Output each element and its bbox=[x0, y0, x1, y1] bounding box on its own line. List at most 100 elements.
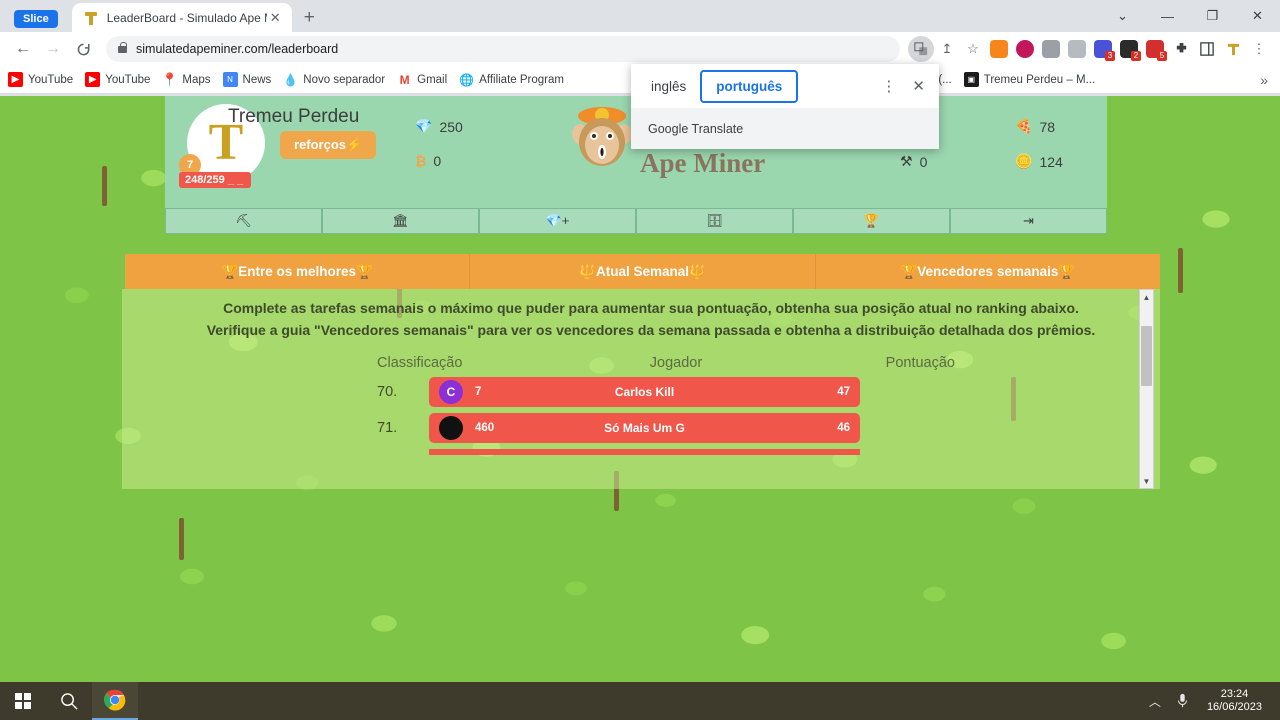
tools-stat: ⚒ 0 bbox=[900, 153, 927, 170]
bitcoin-value: 0 bbox=[433, 153, 442, 169]
leaderboard-scrollbar[interactable]: ▲ ▼ bbox=[1139, 289, 1154, 489]
nav-gems-add[interactable]: 💎+ bbox=[479, 208, 636, 234]
browser-window: Slice LeaderBoard - Simulado Ape Min ✕ +… bbox=[0, 0, 1280, 682]
table-row[interactable] bbox=[377, 449, 860, 456]
row-score: 46 bbox=[837, 422, 850, 435]
tab-current-weekly[interactable]: 🔱Atual Semanal🔱 bbox=[470, 254, 816, 289]
maximize-button[interactable]: ❐ bbox=[1190, 0, 1235, 32]
bookmark-label: Maps bbox=[182, 73, 211, 86]
browser-tab[interactable]: LeaderBoard - Simulado Ape Min ✕ bbox=[71, 3, 292, 32]
nav-shop[interactable]: 🏛 bbox=[322, 208, 479, 234]
close-translate-icon[interactable]: ✕ bbox=[904, 77, 933, 95]
row-pill[interactable]: C 7 Carlos Kill 47 bbox=[429, 377, 860, 408]
bookmark-star-icon[interactable]: ☆ bbox=[960, 36, 986, 62]
nav-mine[interactable]: ⛏ bbox=[165, 208, 322, 234]
blue-extension-icon[interactable]: 3 bbox=[1090, 36, 1116, 62]
bookmarks-overflow-icon[interactable]: » bbox=[1260, 72, 1272, 88]
table-row[interactable]: 70. C 7 Carlos Kill 47 bbox=[377, 377, 860, 408]
game-title: Ape Miner bbox=[640, 148, 766, 178]
side-panel-icon[interactable] bbox=[1194, 36, 1220, 62]
bookmark-label: Novo separador bbox=[303, 73, 386, 86]
close-tab-icon[interactable]: ✕ bbox=[267, 10, 284, 26]
bookmark-youtube-1[interactable]: ▶ YouTube bbox=[8, 72, 73, 87]
forward-icon[interactable]: → bbox=[38, 34, 68, 64]
bookmark-affiliate-program[interactable]: 🌐 Affiliate Program bbox=[459, 72, 564, 87]
bookmark-news[interactable]: N News bbox=[222, 72, 272, 87]
red-shield-extension-icon[interactable]: 5 bbox=[1142, 36, 1168, 62]
tab-weekly-winners[interactable]: 🏆Vencedores semanais🏆 bbox=[815, 254, 1160, 289]
language-option-english[interactable]: inglês bbox=[637, 72, 700, 101]
youtube-icon: ▶ bbox=[8, 72, 23, 87]
globe-icon: 🌐 bbox=[459, 72, 475, 87]
translate-language-options: inglês português ⋮ ✕ bbox=[631, 64, 939, 108]
address-bar[interactable]: simulatedapeminer.com/leaderboard bbox=[106, 36, 900, 62]
bookmark-label: News bbox=[242, 73, 272, 86]
tab-top-players[interactable]: 🏆Entre os melhores🏆 bbox=[125, 254, 471, 289]
new-tab-button[interactable]: + bbox=[304, 8, 315, 27]
url-text: simulatedapeminer.com/leaderboard bbox=[136, 42, 339, 56]
qr-code-extension-icon[interactable] bbox=[1038, 36, 1064, 62]
profile-T-icon[interactable] bbox=[1220, 36, 1246, 62]
show-hidden-icons-chevron-icon[interactable]: ︿ bbox=[1141, 682, 1169, 720]
puzzle-extensions-icon[interactable] bbox=[1168, 36, 1194, 62]
ruble-extension-icon[interactable] bbox=[1064, 36, 1090, 62]
language-option-portuguese[interactable]: português bbox=[700, 69, 799, 103]
nav-logout[interactable]: ⇥ bbox=[950, 208, 1107, 234]
browser-toolbar: ← → simulatedapeminer.com/leaderboard ↥ … bbox=[0, 32, 1280, 66]
taskbar-date: 16/06/2023 bbox=[1206, 701, 1262, 713]
shop-icon: 🏛 bbox=[392, 213, 409, 228]
scrollbar-thumb[interactable] bbox=[1141, 326, 1152, 386]
bookmark-novo-separador[interactable]: 💧 Novo separador bbox=[283, 72, 385, 87]
bookmark-label: YouTube bbox=[28, 73, 74, 86]
description-line-1: Complete as tarefas semanais o máximo qu… bbox=[223, 300, 1079, 316]
tab-title: LeaderBoard - Simulado Ape Min bbox=[106, 10, 267, 25]
brave-rewards-extension-icon[interactable] bbox=[1012, 36, 1038, 62]
chrome-menu-icon[interactable]: ⋮ bbox=[1246, 36, 1272, 62]
column-score: Pontuação bbox=[885, 355, 955, 372]
description-line-2: Verifique a guia "Vencedores semanais" p… bbox=[206, 321, 1096, 338]
share-icon[interactable]: ↥ bbox=[934, 36, 960, 62]
game-page: T 7 248/259 _ _ Tremeu Perdeu reforços⚡ … bbox=[0, 96, 1280, 682]
extension-badge: 5 bbox=[1157, 51, 1167, 61]
gmail-icon: M bbox=[399, 72, 410, 87]
table-row[interactable]: 71. 460 Só Mais Um G 46 bbox=[377, 413, 860, 444]
start-button[interactable] bbox=[0, 682, 46, 720]
bookmark-maps[interactable]: 📍 Maps bbox=[161, 71, 211, 87]
nav-inventory[interactable]: 🗄 bbox=[636, 208, 793, 234]
tab-search-chevron-icon[interactable]: ⌄ bbox=[1100, 0, 1145, 32]
scroll-down-icon[interactable]: ▼ bbox=[1140, 474, 1153, 488]
row-pill[interactable] bbox=[429, 449, 860, 456]
reload-icon[interactable] bbox=[68, 34, 98, 64]
coins-stat: 🪙 124 bbox=[1015, 153, 1063, 170]
boost-label: reforços bbox=[294, 137, 347, 152]
pizza-icon: 🍕 bbox=[1015, 118, 1033, 134]
system-tray: ︿ 23:24 16/06/2023 bbox=[1141, 682, 1280, 720]
back-icon[interactable]: ← bbox=[8, 34, 38, 64]
clock[interactable]: 23:24 16/06/2023 bbox=[1197, 688, 1272, 714]
toolbar-actions: ↥ ☆ 3 2 5 ⋮ bbox=[908, 36, 1272, 62]
bookmark-tremeu-perdeu[interactable]: ▣ Tremeu Perdeu – M... bbox=[963, 72, 1095, 87]
news-icon: N bbox=[222, 72, 238, 87]
scroll-up-icon[interactable]: ▲ bbox=[1140, 290, 1153, 304]
search-button[interactable] bbox=[46, 682, 92, 720]
translate-icon[interactable] bbox=[908, 36, 934, 62]
minimize-button[interactable]: — bbox=[1145, 0, 1190, 32]
window-controls: ⌄ — ❐ ✕ bbox=[1100, 0, 1280, 32]
nav-leaderboard[interactable]: 🏆 bbox=[793, 208, 950, 234]
youtube-icon: ▶ bbox=[85, 72, 101, 87]
boost-button[interactable]: reforços⚡ bbox=[280, 131, 377, 159]
metamask-extension-icon[interactable] bbox=[986, 36, 1012, 62]
chrome-taskbar-icon[interactable] bbox=[92, 682, 138, 720]
translate-options-icon[interactable]: ⋮ bbox=[873, 77, 904, 95]
column-player: Jogador bbox=[649, 355, 703, 372]
bookmark-gmail[interactable]: M Gmail bbox=[397, 72, 448, 87]
maps-icon: 📍 bbox=[161, 71, 178, 87]
row-pill[interactable]: 460 Só Mais Um G 46 bbox=[429, 413, 860, 444]
slice-button[interactable]: Slice bbox=[14, 10, 58, 28]
bookmark-youtube-2[interactable]: ▶ YouTube bbox=[85, 72, 150, 87]
dark-extension-icon[interactable]: 2 bbox=[1116, 36, 1142, 62]
close-window-button[interactable]: ✕ bbox=[1235, 0, 1280, 32]
leaderboard-panel: Complete as tarefas semanais o máximo qu… bbox=[122, 289, 1160, 489]
taskbar-time: 23:24 bbox=[1220, 688, 1249, 700]
microphone-icon[interactable] bbox=[1169, 682, 1197, 720]
